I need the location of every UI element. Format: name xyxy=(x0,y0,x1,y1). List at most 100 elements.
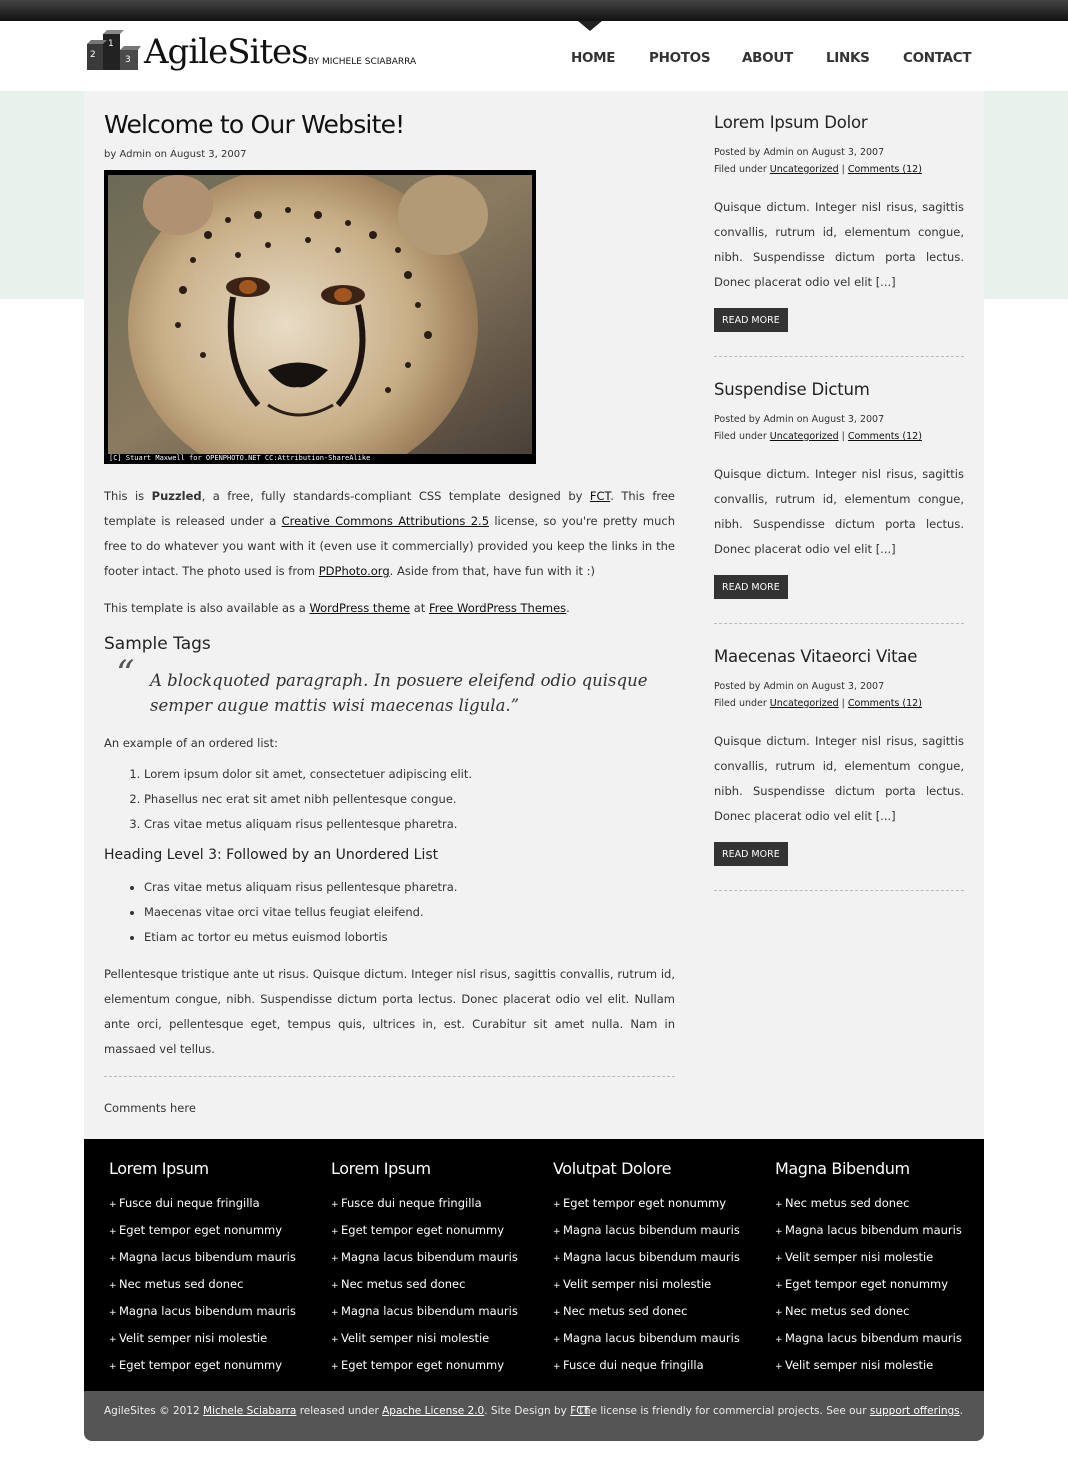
wordpress-paragraph: This template is also available as a Wor… xyxy=(104,601,570,615)
footer-link[interactable]: + Nec metus sed donec xyxy=(775,1191,985,1218)
blockquote-text: A blockquoted paragraph. In posuere elei… xyxy=(150,671,648,715)
plus-icon: + xyxy=(109,1227,117,1237)
support-offerings-link[interactable]: support offerings xyxy=(870,1405,960,1417)
footer-link[interactable]: + Magna lacus bibendum mauris xyxy=(553,1245,763,1272)
apache-license-link[interactable]: Apache License 2.0 xyxy=(382,1405,484,1417)
footer-link[interactable]: + Velit semper nisi molestie xyxy=(775,1353,985,1380)
plus-icon: + xyxy=(109,1200,117,1210)
sidebar-post-excerpt: Quisque dictum. Integer nisl risus, sagi… xyxy=(714,467,964,556)
plus-icon: + xyxy=(775,1281,783,1291)
footer-link[interactable]: + Magna lacus bibendum mauris xyxy=(775,1218,985,1245)
footer-link[interactable]: + Magna lacus bibendum mauris xyxy=(331,1245,541,1272)
plus-icon: + xyxy=(331,1362,339,1372)
footer-link[interactable]: + Eget tempor eget nonummy xyxy=(331,1218,541,1245)
nav-photos[interactable]: PHOTOS xyxy=(649,50,711,66)
cheetah-photo xyxy=(108,175,532,454)
footer-link[interactable]: + Eget tempor eget nonummy xyxy=(775,1272,985,1299)
footer-link[interactable]: + Magna lacus bibendum mauris xyxy=(775,1326,985,1353)
sidebar-divider xyxy=(714,890,964,891)
list-item: Lorem ipsum dolor sit amet, consectetuer… xyxy=(144,762,675,787)
footer-link[interactable]: + Magna lacus bibendum mauris xyxy=(331,1299,541,1326)
plus-icon: + xyxy=(331,1308,339,1318)
category-link[interactable]: Uncategorized xyxy=(770,164,839,175)
wordpress-theme-link[interactable]: WordPress theme xyxy=(309,601,410,615)
plus-icon: + xyxy=(109,1281,117,1291)
list-item: Etiam ac tortor eu metus euismod loborti… xyxy=(144,925,675,950)
footer-link[interactable]: + Eget tempor eget nonummy xyxy=(331,1353,541,1380)
read-more-button[interactable]: READ MORE xyxy=(714,308,788,332)
footer-column: Magna Bibendum + Nec metus sed donec + Mag… xyxy=(775,1159,985,1380)
footer-bar: AgileSites © 2012 Michele Sciabarra rele… xyxy=(84,1391,984,1441)
footer-link[interactable]: + Nec metus sed donec xyxy=(553,1299,763,1326)
nav-contact[interactable]: CONTACT xyxy=(903,50,972,66)
plus-icon: + xyxy=(775,1200,783,1210)
nav-home[interactable]: HOME xyxy=(571,50,616,66)
footer-link[interactable]: + Velit semper nisi molestie xyxy=(331,1326,541,1353)
pdphoto-link[interactable]: PDPhoto.org xyxy=(319,564,390,578)
plus-icon: + xyxy=(553,1227,561,1237)
footer-link[interactable]: + Nec metus sed donec xyxy=(775,1299,985,1326)
sidebar-post-title[interactable]: Suspendise Dictum xyxy=(714,380,964,399)
sidebar-post-meta: Posted by Admin on August 3, 2007 Filed … xyxy=(714,414,922,442)
nav-links[interactable]: LINKS xyxy=(826,50,870,66)
category-link[interactable]: Uncategorized xyxy=(770,431,839,442)
footer-link[interactable]: + Fusce dui neque fringilla xyxy=(109,1191,319,1218)
footer-link[interactable]: + Magna lacus bibendum mauris xyxy=(109,1299,319,1326)
post-divider xyxy=(104,1076,675,1077)
category-link[interactable]: Uncategorized xyxy=(770,698,839,709)
post-photo: [C] Stuart Maxwell for OPENPHOTO.NET CC:… xyxy=(104,170,536,464)
template-name: Puzzled xyxy=(151,489,202,503)
footer-link[interactable]: + Velit semper nisi molestie xyxy=(553,1272,763,1299)
main-nav: HOME PHOTOS ABOUT LINKS CONTACT xyxy=(0,50,1068,70)
sidebar-post-title[interactable]: Maecenas Vitaeorci Vitae xyxy=(714,647,964,666)
sample-tags-heading: Sample Tags xyxy=(104,634,211,654)
post-byline: by Admin on August 3, 2007 xyxy=(104,149,247,160)
unordered-list: Cras vitae metus aliquam risus pellentes… xyxy=(104,875,675,950)
post-title: Welcome to Our Website! xyxy=(104,110,405,139)
footer-link[interactable]: + Fusce dui neque fringilla xyxy=(553,1353,763,1380)
comments-link[interactable]: Comments (12) xyxy=(848,164,922,175)
sidebar-divider xyxy=(714,623,964,624)
read-more-button[interactable]: READ MORE xyxy=(714,575,788,599)
footer-link[interactable]: + Eget tempor eget nonummy xyxy=(109,1353,319,1380)
plus-icon: + xyxy=(109,1335,117,1345)
fct-link[interactable]: FCT xyxy=(590,489,610,503)
plus-icon: + xyxy=(109,1308,117,1318)
comments-link[interactable]: Comments (12) xyxy=(848,431,922,442)
sidebar-post-title[interactable]: Lorem Ipsum Dolor xyxy=(714,113,964,132)
footer-column: Lorem Ipsum + Fusce dui neque fringilla +… xyxy=(109,1159,319,1380)
nav-about[interactable]: ABOUT xyxy=(742,50,793,66)
free-wordpress-themes-link[interactable]: Free WordPress Themes xyxy=(429,601,566,615)
footer-link[interactable]: + Nec metus sed donec xyxy=(331,1272,541,1299)
plus-icon: + xyxy=(331,1335,339,1345)
list-item: Cras vitae metus aliquam risus pellentes… xyxy=(144,875,675,900)
plus-icon: + xyxy=(109,1254,117,1264)
footer-column: Volutpat Dolore + Eget tempor eget nonumm… xyxy=(553,1159,763,1380)
sidebar-post: Lorem Ipsum Dolor Posted by Admin on Aug… xyxy=(714,113,964,380)
footer-links: Lorem Ipsum + Fusce dui neque fringilla +… xyxy=(84,1139,984,1391)
sidebar-post-excerpt: Quisque dictum. Integer nisl risus, sagi… xyxy=(714,734,964,823)
comments-link[interactable]: Comments (12) xyxy=(848,698,922,709)
footer-link[interactable]: + Velit semper nisi molestie xyxy=(109,1326,319,1353)
footer-link[interactable]: + Magna lacus bibendum mauris xyxy=(109,1245,319,1272)
footer-link[interactable]: + Velit semper nisi molestie xyxy=(775,1245,985,1272)
footer-link[interactable]: + Eget tempor eget nonummy xyxy=(109,1218,319,1245)
plus-icon: + xyxy=(553,1254,561,1264)
heading-level-3: Heading Level 3: Followed by an Unordere… xyxy=(104,847,439,863)
footer-link[interactable]: + Magna lacus bibendum mauris xyxy=(553,1326,763,1353)
footer-link[interactable]: + Nec metus sed donec xyxy=(109,1272,319,1299)
top-bar xyxy=(0,0,1068,21)
plus-icon: + xyxy=(553,1281,561,1291)
main-post: Welcome to Our Website! by Admin on Augu… xyxy=(104,110,675,1115)
read-more-button[interactable]: READ MORE xyxy=(714,842,788,866)
cc-license-link[interactable]: Creative Commons Attributions 2.5 xyxy=(282,514,489,528)
author-link[interactable]: Michele Sciabarra xyxy=(203,1405,296,1417)
footer-link[interactable]: + Eget tempor eget nonummy xyxy=(553,1191,763,1218)
plus-icon: + xyxy=(775,1308,783,1318)
footer-link[interactable]: + Magna lacus bibendum mauris xyxy=(553,1218,763,1245)
ordered-list: Lorem ipsum dolor sit amet, consectetuer… xyxy=(104,762,675,837)
plus-icon: + xyxy=(109,1362,117,1372)
footer-column-heading: Volutpat Dolore xyxy=(553,1159,672,1178)
footer-link[interactable]: + Fusce dui neque fringilla xyxy=(331,1191,541,1218)
active-nav-pointer xyxy=(578,21,602,31)
